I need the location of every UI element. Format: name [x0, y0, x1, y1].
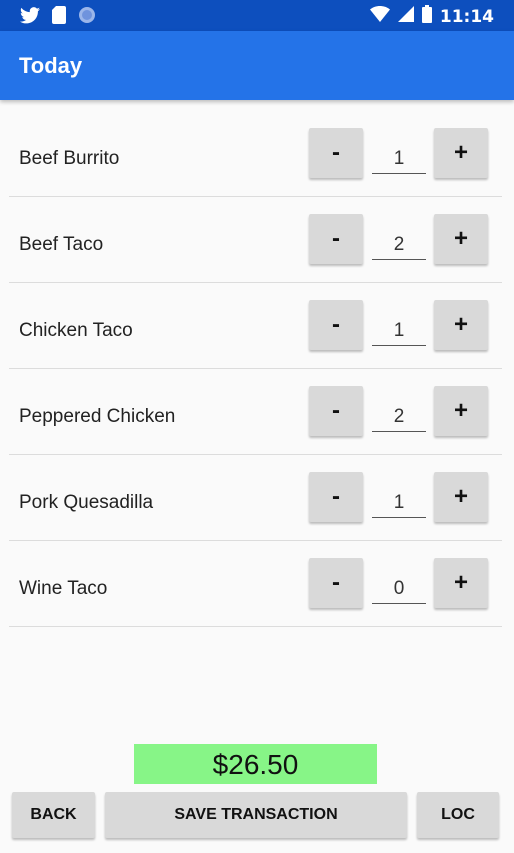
- item-name: Wine Taco: [19, 578, 108, 599]
- status-time: 11:14: [439, 6, 494, 27]
- item-name: Beef Taco: [19, 234, 104, 255]
- decrement-button[interactable]: -: [309, 128, 363, 178]
- list-item: Beef Taco - 2 +: [9, 197, 502, 283]
- list-item: Peppered Chicken - 2 +: [9, 369, 502, 455]
- quantity-field[interactable]: 1: [372, 144, 426, 174]
- back-button[interactable]: BACK: [12, 792, 95, 838]
- save-transaction-button[interactable]: SAVE TRANSACTION: [105, 792, 407, 838]
- page-title: Today: [19, 53, 83, 78]
- quantity-field[interactable]: 2: [372, 402, 426, 432]
- app-bar: Today: [0, 31, 514, 100]
- item-name: Peppered Chicken: [19, 406, 176, 427]
- list-item: Beef Burrito - 1 +: [9, 111, 502, 197]
- decrement-button[interactable]: -: [309, 214, 363, 264]
- increment-button[interactable]: +: [434, 558, 488, 608]
- decrement-button[interactable]: -: [309, 300, 363, 350]
- increment-button[interactable]: +: [434, 386, 488, 436]
- list-item: Chicken Taco - 1 +: [9, 283, 502, 369]
- status-bar: 11:14: [0, 0, 514, 31]
- circle-icon: [78, 6, 96, 29]
- item-list: Beef Burrito - 1 + Beef Taco - 2 + Chick…: [0, 111, 514, 627]
- quantity-field[interactable]: 1: [372, 488, 426, 518]
- wifi-icon: [369, 6, 390, 27]
- item-name: Pork Quesadilla: [19, 492, 154, 513]
- item-name: Beef Burrito: [19, 148, 120, 169]
- sd-card-icon: [52, 6, 66, 29]
- item-name: Chicken Taco: [19, 320, 133, 341]
- decrement-button[interactable]: -: [309, 472, 363, 522]
- quantity-field[interactable]: 2: [372, 230, 426, 260]
- increment-button[interactable]: +: [434, 300, 488, 350]
- twitter-icon: [20, 6, 40, 29]
- increment-button[interactable]: +: [434, 128, 488, 178]
- increment-button[interactable]: +: [434, 214, 488, 264]
- signal-icon: [397, 6, 414, 27]
- list-item: Wine Taco - 0 +: [9, 541, 502, 627]
- battery-icon: [421, 5, 432, 28]
- quantity-field[interactable]: 1: [372, 316, 426, 346]
- increment-button[interactable]: +: [434, 472, 488, 522]
- decrement-button[interactable]: -: [309, 386, 363, 436]
- quantity-field[interactable]: 0: [372, 574, 426, 604]
- list-item: Pork Quesadilla - 1 +: [9, 455, 502, 541]
- loc-button[interactable]: LOC: [417, 792, 499, 838]
- decrement-button[interactable]: -: [309, 558, 363, 608]
- total-amount: $26.50: [134, 744, 377, 784]
